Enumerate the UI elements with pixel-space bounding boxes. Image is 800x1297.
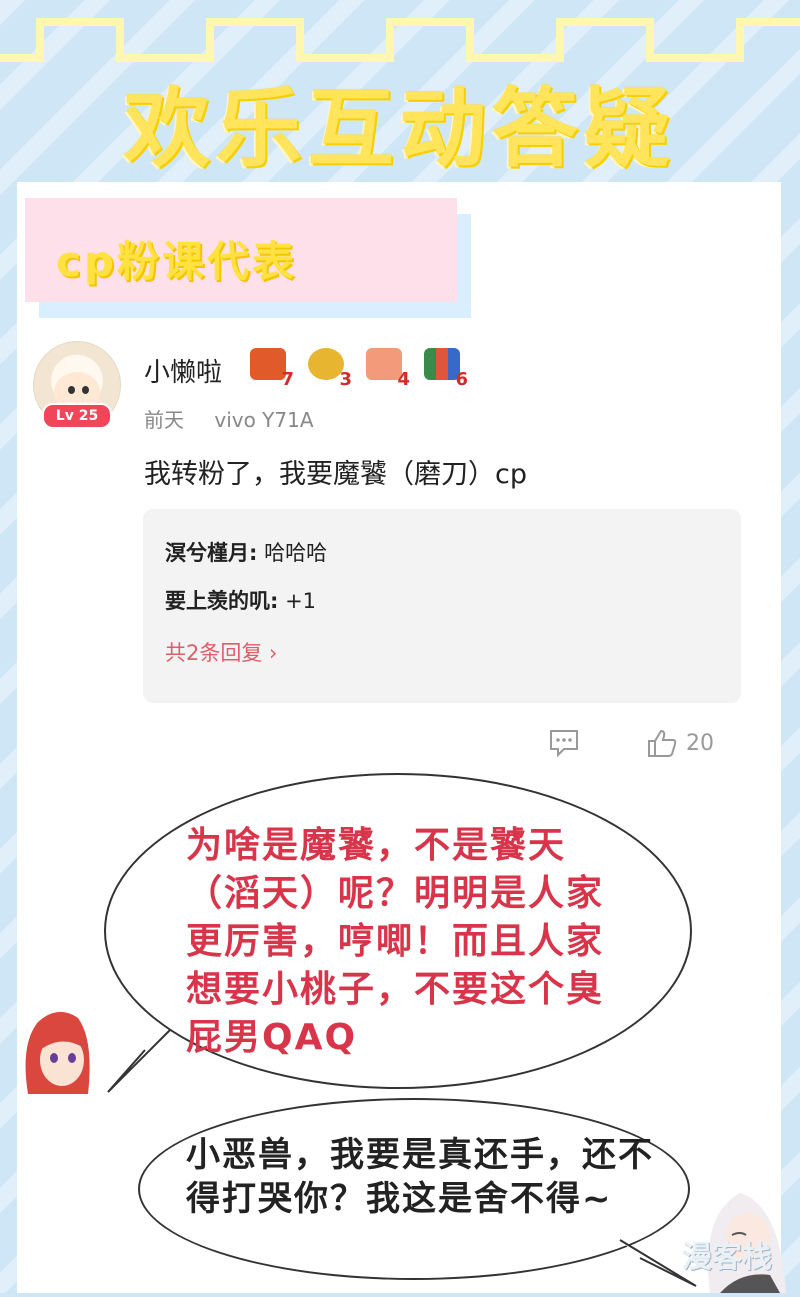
reply-author[interactable]: 要上羡的叽:	[165, 589, 278, 613]
reply-item: 溟兮槿月: 哈哈哈	[165, 537, 327, 567]
medal-count: 4	[397, 369, 410, 390]
like-button[interactable]: 20	[646, 728, 714, 758]
reply-text: 哈哈哈	[257, 541, 328, 565]
reply-button[interactable]	[548, 728, 580, 764]
like-count: 20	[686, 730, 714, 756]
comment-text: 我转粉了，我要魔饕（磨刀）cp	[144, 459, 527, 490]
more-replies-link[interactable]: 共2条回复 ›	[165, 637, 277, 667]
medal-count: 7	[281, 369, 294, 390]
page-title: 欢乐互动答疑	[124, 78, 676, 179]
medal-list: 7 3 4 6	[248, 346, 468, 390]
comment-device: vivo Y71A	[214, 408, 314, 432]
header-band: 欢乐互动答疑	[0, 0, 800, 185]
avatar-eye-right	[82, 386, 89, 394]
medal-count: 6	[455, 369, 468, 390]
reply-text: +1	[278, 589, 317, 613]
medal-count: 3	[339, 369, 352, 390]
comment-meta: 前天 vivo Y71A	[144, 404, 338, 433]
books-icon[interactable]: 6	[422, 346, 468, 390]
trophy-icon[interactable]: 3	[306, 346, 352, 390]
reply-item: 要上羡的叽: +1	[165, 585, 316, 615]
reply-box[interactable]: 溟兮槿月: 哈哈哈 要上羡的叽: +1 共2条回复 ›	[143, 509, 741, 703]
red-hair-girl-character	[18, 1004, 94, 1096]
comment-bubble-icon	[550, 730, 578, 758]
comment-time: 前天	[144, 408, 184, 432]
avatar-eye-left	[68, 386, 75, 394]
bubble-1-text: 为啥是魔饕，不是饕天（滔天）呢？明明是人家更厉害，哼唧！而且人家想要小桃子，不要…	[186, 825, 605, 1058]
bubble-2-text: 小恶兽，我要是真还手，还不得打哭你？我这是舍不得~	[186, 1135, 654, 1219]
comment-username[interactable]: 小懒啦	[144, 352, 222, 389]
reply-author[interactable]: 溟兮槿月:	[165, 541, 257, 565]
thumbs-up-icon	[648, 729, 677, 757]
gift-box-icon[interactable]: 7	[248, 346, 294, 390]
thumb-badge-icon[interactable]: 4	[364, 346, 410, 390]
section-badge-label: cp粉课代表	[56, 237, 297, 286]
watermark-logo: 漫客栈	[682, 1240, 772, 1275]
level-badge: Lv 25	[42, 403, 112, 429]
bubble-1-tail	[107, 1030, 171, 1093]
